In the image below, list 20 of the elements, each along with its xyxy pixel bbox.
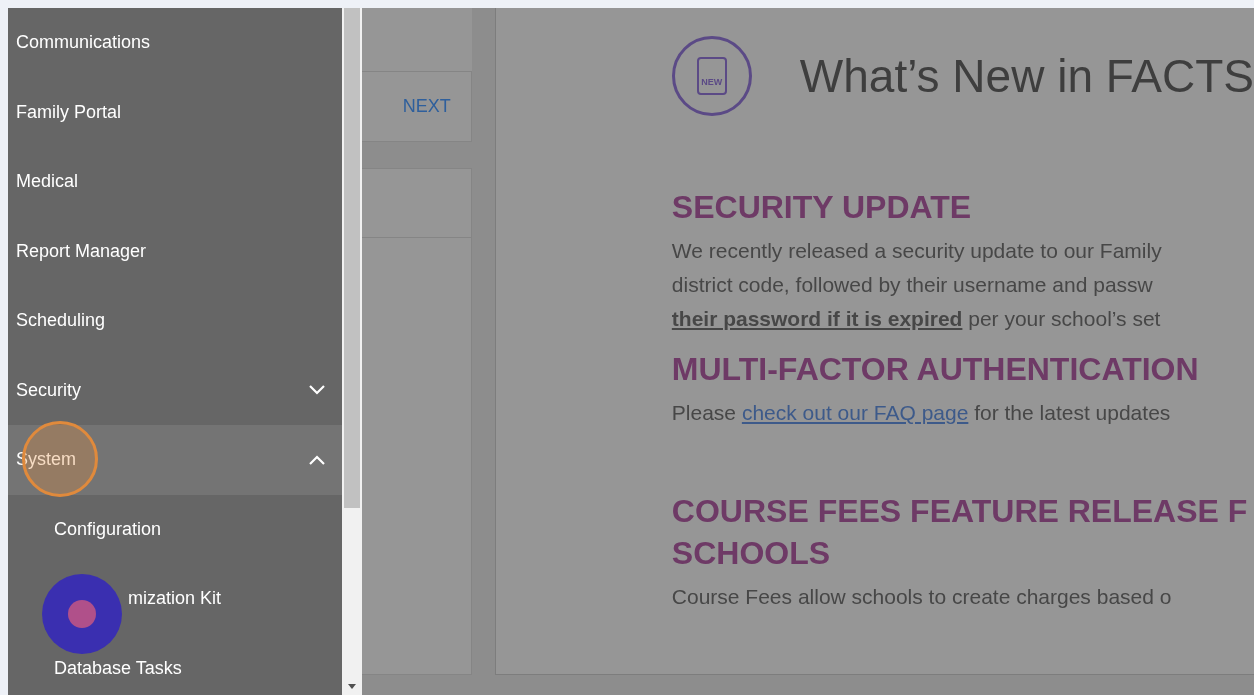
sidebar-subitem[interactable]: mization Kit (128, 585, 222, 613)
section-paragraph: Course Fees allow schools to create charges based o (671, 584, 1173, 610)
sidebar-item[interactable]: Medical (8, 147, 343, 217)
sidebar-item[interactable]: Family Portal (8, 77, 343, 147)
sidebar-subitem[interactable]: Configuration (54, 515, 162, 543)
section-heading: SECURITY UPDATE (671, 188, 973, 227)
scroll-down-icon[interactable] (346, 683, 357, 691)
sidebar-item[interactable]: Scheduling (8, 286, 343, 356)
scrollbar-thumb[interactable] (343, 8, 360, 508)
sidebar-item[interactable]: Security (8, 355, 343, 425)
news-title: What’s New in FACTS (799, 48, 1254, 104)
section-paragraph: We recently released a security update to our Family district code, followed by their username and passw their password if it is expired per your school’s set (671, 238, 1163, 332)
section-paragraph: Please check out our FAQ page for the latest updates (671, 400, 1172, 426)
sidebar-item[interactable]: Report Manager (8, 216, 343, 286)
sidebar-subitem[interactable]: Database Tasks (54, 654, 182, 682)
section-heading: MULTI-FACTOR AUTHENTICATION (671, 350, 1200, 389)
section-heading: COURSE FEES FEATURE RELEASE F SCHOOLS (671, 492, 1249, 573)
scrollbar[interactable] (342, 8, 362, 695)
sidebar-item[interactable]: Communications (8, 8, 343, 78)
new-tag-icon: NEW (671, 36, 752, 116)
